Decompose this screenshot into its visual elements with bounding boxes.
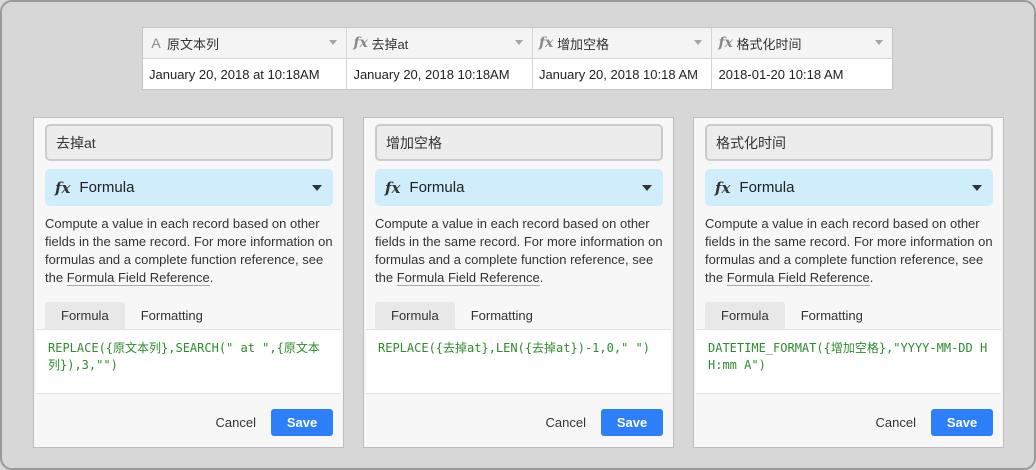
column-header-label: 格式化时间	[736, 36, 802, 52]
cancel-button[interactable]: Cancel	[876, 415, 916, 430]
save-button[interactable]: Save	[271, 409, 333, 436]
field-config-panel-format-time: 格式化时间 fx Formula Compute a value in each…	[693, 117, 1004, 448]
formula-editor[interactable]: REPLACE({原文本列},SEARCH(" at ",{原文本列}),3,"…	[36, 329, 341, 394]
dropdown-arrow-icon	[312, 185, 322, 191]
panel-footer: Cancel Save	[876, 409, 993, 436]
chevron-down-icon[interactable]	[514, 40, 523, 45]
formula-type-icon: fx	[538, 35, 554, 51]
tab-formula[interactable]: Formula	[45, 302, 125, 329]
table-cell[interactable]: January 20, 2018 10:18 AM	[533, 59, 713, 90]
chevron-down-icon[interactable]	[874, 40, 883, 45]
tab-formatting[interactable]: Formatting	[785, 302, 879, 329]
chevron-down-icon[interactable]	[694, 40, 703, 45]
tab-formula[interactable]: Formula	[705, 302, 785, 329]
field-type-select[interactable]: fx Formula	[375, 169, 663, 206]
column-header-original-text[interactable]: A 原文本列	[143, 28, 348, 58]
field-config-panel-remove-at: 去掉at fx Formula Compute a value in each …	[33, 117, 344, 448]
chevron-down-icon[interactable]	[329, 40, 338, 45]
field-config-panel-add-space: 增加空格 fx Formula Compute a value in each …	[363, 117, 674, 448]
field-type-label: Formula	[409, 179, 465, 196]
cancel-button[interactable]: Cancel	[546, 415, 586, 430]
save-button[interactable]: Save	[601, 409, 663, 436]
table-cell[interactable]: 2018-01-20 10:18 AM	[712, 59, 892, 90]
column-header-label: 原文本列	[167, 36, 220, 52]
field-type-select[interactable]: fx Formula	[705, 169, 993, 206]
records-grid: A 原文本列 fx 去掉at fx 增加空格 fx 格式化时间 January …	[142, 27, 893, 90]
table-cell[interactable]: January 20, 2018 10:18AM	[347, 59, 533, 90]
dropdown-arrow-icon	[972, 185, 982, 191]
grid-header: A 原文本列 fx 去掉at fx 增加空格 fx 格式化时间	[143, 28, 892, 59]
field-type-label: Formula	[79, 179, 135, 196]
tab-formula[interactable]: Formula	[375, 302, 455, 329]
tab-formatting[interactable]: Formatting	[455, 302, 549, 329]
table-row: January 20, 2018 at 10:18AM January 20, …	[143, 59, 892, 90]
formula-editor[interactable]: DATETIME_FORMAT({增加空格},"YYYY-MM-DD HH:mm…	[696, 329, 1001, 394]
panel-footer: Cancel Save	[216, 409, 333, 436]
cell-value: January 20, 2018 at 10:18AM	[149, 67, 320, 82]
config-tabs: Formula Formatting	[705, 302, 993, 329]
column-header-add-space[interactable]: fx 增加空格	[533, 28, 713, 58]
formula-type-icon: fx	[385, 178, 401, 197]
table-cell[interactable]: January 20, 2018 at 10:18AM	[143, 59, 348, 90]
field-name-input[interactable]: 格式化时间	[705, 124, 993, 161]
panel-footer: Cancel Save	[546, 409, 663, 436]
config-tabs: Formula Formatting	[375, 302, 663, 329]
cell-value: 2018-01-20 10:18 AM	[718, 67, 844, 82]
description-end: .	[209, 270, 214, 285]
cancel-button[interactable]: Cancel	[216, 415, 256, 430]
formula-type-icon: fx	[715, 178, 731, 197]
description-end: .	[539, 270, 544, 285]
dropdown-arrow-icon	[642, 185, 652, 191]
column-header-label: 去掉at	[371, 36, 409, 52]
cell-value: January 20, 2018 10:18AM	[353, 67, 510, 82]
tab-formatting[interactable]: Formatting	[125, 302, 219, 329]
field-name-input[interactable]: 增加空格	[375, 124, 663, 161]
save-button[interactable]: Save	[931, 409, 993, 436]
field-type-description: Compute a value in each record based on …	[375, 215, 667, 287]
field-name-input[interactable]: 去掉at	[45, 124, 333, 161]
formula-reference-link[interactable]: Formula Field Reference	[726, 270, 870, 286]
config-tabs: Formula Formatting	[45, 302, 333, 329]
formula-reference-link[interactable]: Formula Field Reference	[396, 270, 540, 286]
formula-type-icon: fx	[718, 35, 733, 51]
column-header-label: 增加空格	[556, 36, 609, 52]
field-type-description: Compute a value in each record based on …	[705, 215, 997, 287]
description-end: .	[869, 270, 874, 285]
formula-reference-link[interactable]: Formula Field Reference	[66, 270, 210, 286]
column-header-format-time[interactable]: fx 格式化时间	[712, 28, 892, 58]
field-type-description: Compute a value in each record based on …	[45, 215, 337, 287]
field-type-label: Formula	[739, 179, 795, 196]
formula-type-icon: fx	[353, 35, 368, 51]
text-type-icon: A	[151, 35, 161, 51]
cell-value: January 20, 2018 10:18 AM	[538, 67, 698, 82]
formula-editor[interactable]: REPLACE({去掉at},LEN({去掉at})-1,0," ")	[366, 329, 671, 394]
formula-type-icon: fx	[55, 178, 71, 197]
field-type-select[interactable]: fx Formula	[45, 169, 333, 206]
column-header-remove-at[interactable]: fx 去掉at	[347, 28, 533, 58]
